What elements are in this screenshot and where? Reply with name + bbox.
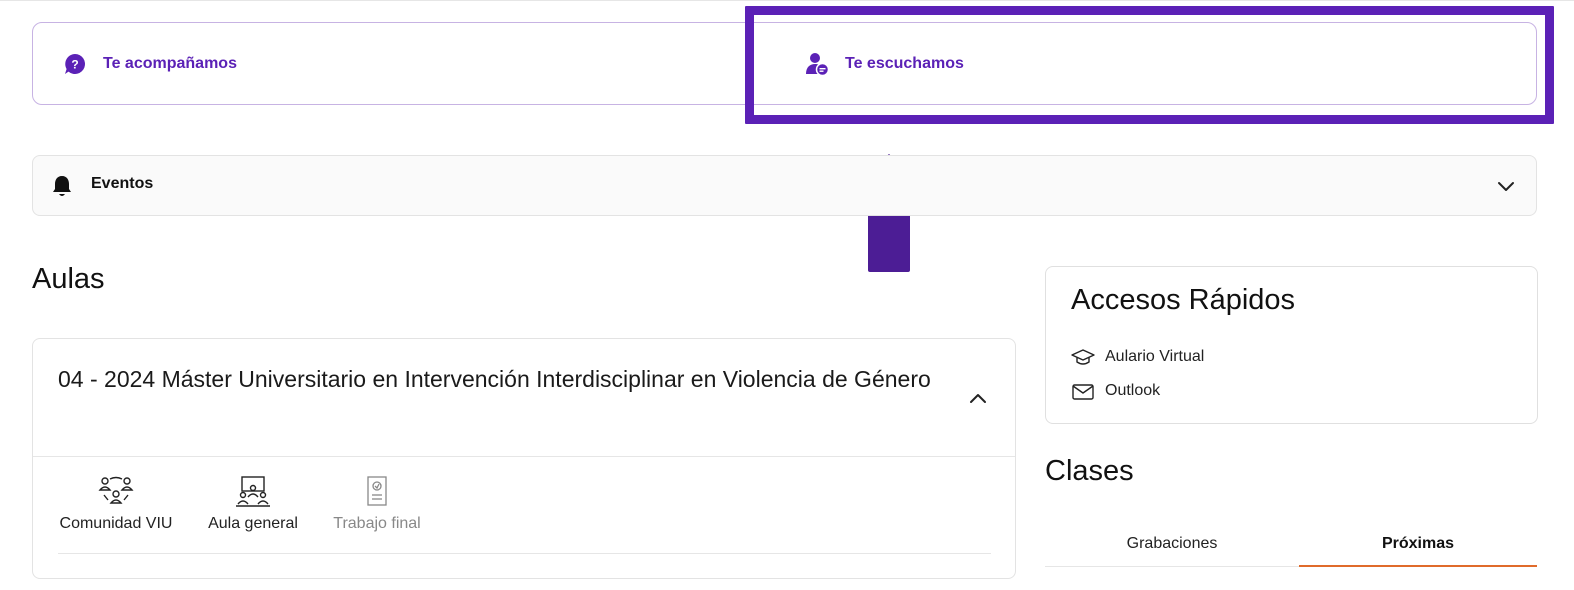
mail-icon xyxy=(1072,384,1094,400)
course-card: 04 - 2024 Máster Universitario en Interv… xyxy=(32,338,1016,579)
help-bubble-icon: ? xyxy=(63,52,87,76)
tool-comunidad-viu[interactable]: Comunidad VIU xyxy=(58,475,174,533)
user-feedback-icon xyxy=(805,52,829,76)
top-divider xyxy=(0,0,1574,1)
course-bottom-divider xyxy=(58,553,991,554)
classroom-icon xyxy=(236,476,270,507)
tool-label: Trabajo final xyxy=(333,515,421,532)
tool-aula-general[interactable]: Aula general xyxy=(205,475,301,533)
accompany-label: Te acompañamos xyxy=(103,54,237,72)
course-title[interactable]: 04 - 2024 Máster Universitario en Interv… xyxy=(58,363,938,395)
quick-access-card: Accesos Rápidos Aulario Virtual Outlook xyxy=(1045,266,1538,424)
chevron-up-icon[interactable] xyxy=(968,389,988,409)
listen-label: Te escuchamos xyxy=(845,54,964,72)
support-card: ? Te acompañamos Te escuchamos xyxy=(32,22,1537,105)
listen-link[interactable]: Te escuchamos xyxy=(805,23,964,104)
tool-label: Comunidad VIU xyxy=(59,515,173,532)
chevron-down-icon[interactable] xyxy=(1496,176,1516,196)
bell-icon xyxy=(53,176,71,196)
events-accordion[interactable]: Eventos xyxy=(32,155,1537,216)
tool-label: Aula general xyxy=(208,515,298,532)
tool-trabajo-final: Trabajo final xyxy=(331,475,423,533)
quick-link-outlook[interactable]: Outlook xyxy=(1071,381,1160,401)
aulas-heading: Aulas xyxy=(32,263,105,295)
quick-link-aulario-virtual[interactable]: Aulario Virtual xyxy=(1071,347,1204,367)
quick-access-title: Accesos Rápidos xyxy=(1071,284,1296,316)
events-label: Eventos xyxy=(91,175,154,192)
accompany-link[interactable]: ? Te acompañamos xyxy=(63,23,237,104)
svg-text:?: ? xyxy=(71,57,78,71)
community-icon xyxy=(98,476,134,504)
certificate-icon xyxy=(367,476,387,506)
tab-proximas[interactable]: Próximas xyxy=(1299,522,1537,567)
graduation-cap-icon xyxy=(1071,349,1095,365)
tab-grabaciones[interactable]: Grabaciones xyxy=(1045,522,1299,567)
course-divider xyxy=(33,456,1015,457)
quick-link-label: Outlook xyxy=(1105,382,1161,399)
clases-heading: Clases xyxy=(1045,455,1134,487)
quick-link-label: Aulario Virtual xyxy=(1105,348,1205,365)
